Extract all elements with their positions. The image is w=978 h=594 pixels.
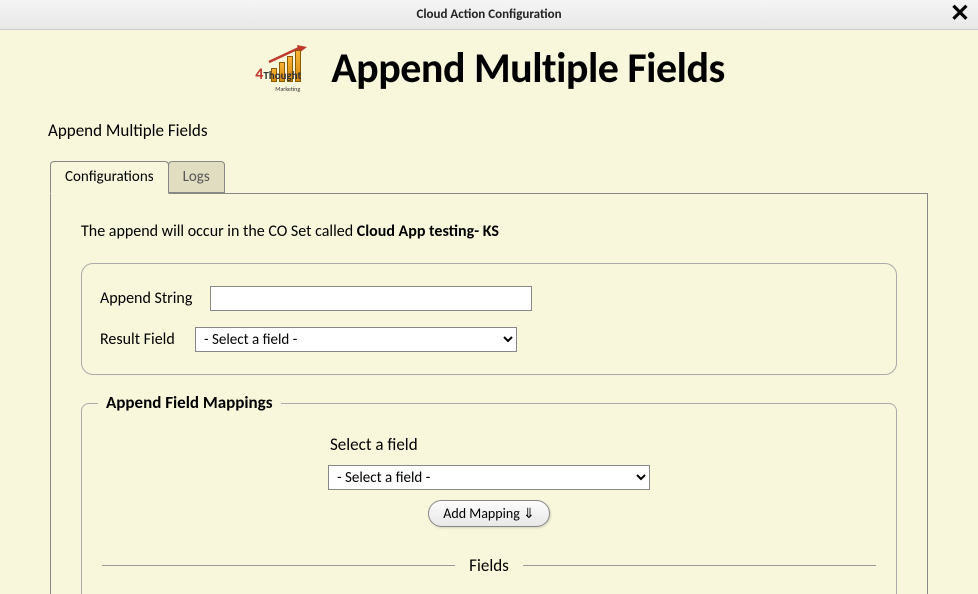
info-prefix: The append will occur in the CO Set call…: [81, 222, 357, 241]
close-icon[interactable]: ✕: [950, 2, 970, 26]
append-string-input[interactable]: [210, 286, 532, 311]
result-field-row: Result Field - Select a field -: [100, 327, 878, 352]
header-section: 4Thought Marketing Append Multiple Field…: [0, 30, 978, 102]
result-field-select[interactable]: - Select a field -: [195, 327, 517, 352]
result-field-label: Result Field: [100, 330, 185, 349]
mapping-select-label: Select a field: [330, 434, 876, 455]
fields-divider: Fields: [102, 555, 876, 576]
title-bar: Cloud Action Configuration ✕: [0, 0, 978, 30]
subtitle: Append Multiple Fields: [48, 120, 978, 141]
info-text: The append will occur in the CO Set call…: [81, 222, 897, 241]
page-title: Append Multiple Fields: [331, 43, 725, 94]
mapping-section: Select a field - Select a field - Add Ma…: [102, 434, 876, 576]
logo-text: 4Thought Marketing: [255, 65, 301, 94]
append-field-mappings-box: Append Field Mappings Select a field - S…: [81, 403, 897, 594]
append-config-box: Append String Result Field - Select a fi…: [81, 263, 897, 375]
mappings-legend: Append Field Mappings: [98, 392, 281, 413]
tab-logs[interactable]: Logs: [168, 161, 225, 193]
logo-4thought: 4Thought Marketing: [253, 42, 321, 94]
tab-configurations[interactable]: Configurations: [50, 161, 169, 194]
tab-content-configurations: The append will occur in the CO Set call…: [50, 193, 928, 594]
content-area: 4Thought Marketing Append Multiple Field…: [0, 30, 978, 594]
divider-text: Fields: [455, 555, 523, 576]
add-mapping-button[interactable]: Add Mapping ⇓: [428, 500, 549, 527]
window-title: Cloud Action Configuration: [416, 7, 561, 22]
divider-line-right: [523, 565, 876, 566]
append-string-row: Append String: [100, 286, 878, 311]
tabs: Configurations Logs: [50, 161, 928, 193]
mapping-field-select[interactable]: - Select a field -: [328, 465, 650, 490]
append-string-label: Append String: [100, 289, 200, 308]
tabs-container: Configurations Logs The append will occu…: [50, 161, 928, 594]
divider-line-left: [102, 565, 455, 566]
info-setname: Cloud App testing- KS: [357, 222, 499, 241]
